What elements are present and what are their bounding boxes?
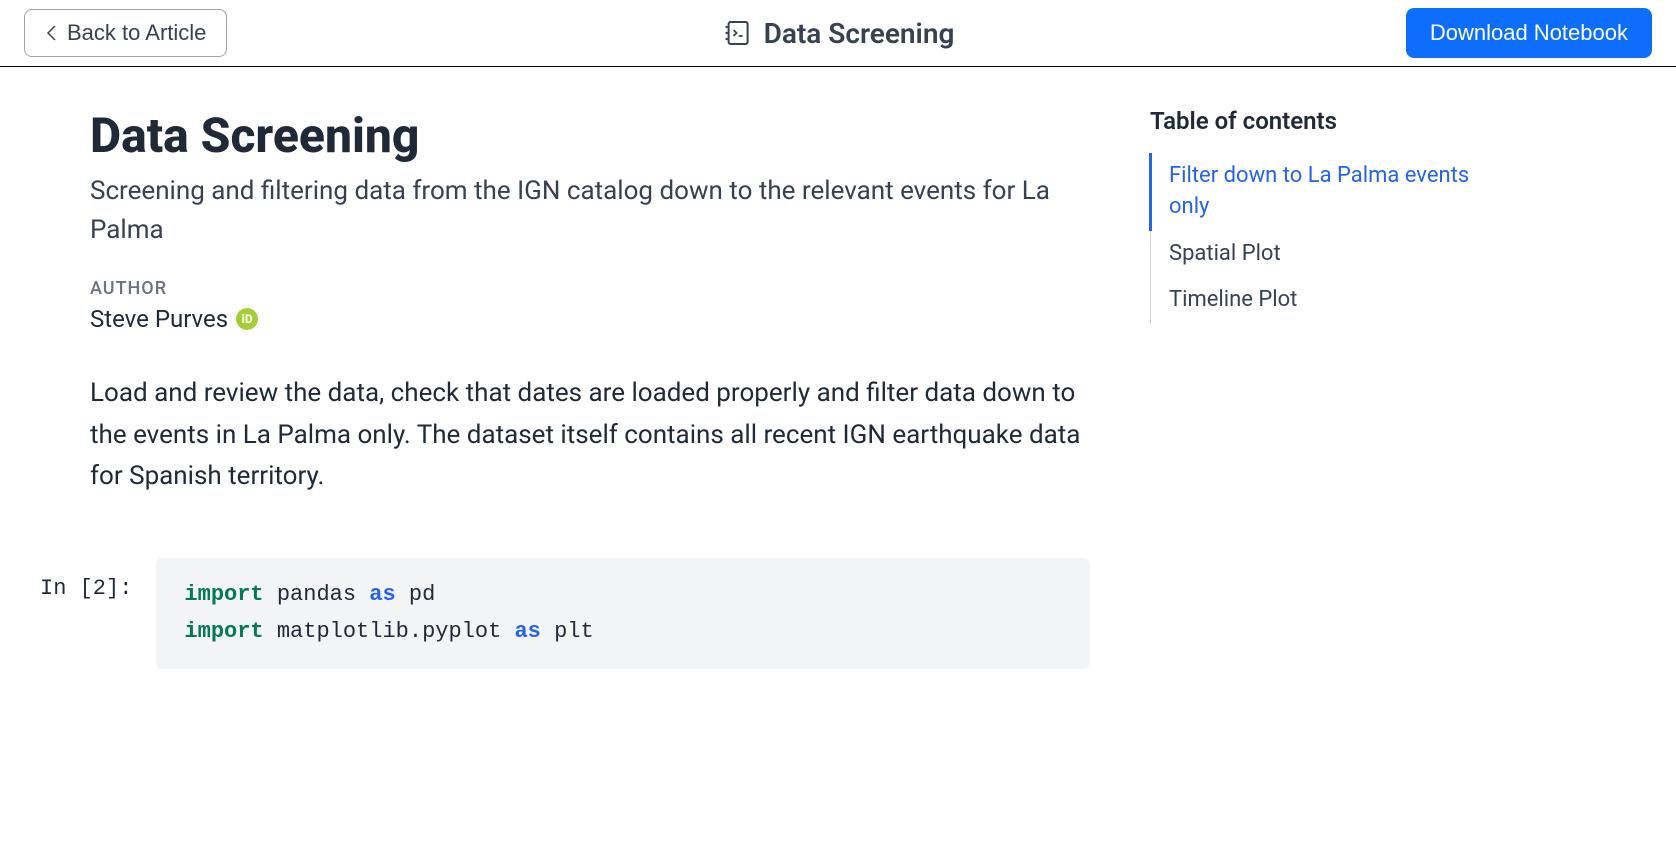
- header-title: Data Screening: [722, 17, 955, 50]
- code-cell: In [2]: import pandas as pd import matpl…: [40, 558, 1090, 669]
- page-title: Data Screening: [90, 107, 1090, 164]
- author-name: Steve Purves iD: [90, 305, 1090, 333]
- chevron-left-icon: [45, 24, 59, 42]
- orcid-icon[interactable]: iD: [236, 308, 258, 330]
- author-label: AUTHOR: [90, 278, 1090, 299]
- article-description: Load and review the data, check that dat…: [90, 373, 1090, 498]
- header-title-text: Data Screening: [764, 17, 955, 50]
- table-of-contents: Table of contents Filter down to La Palm…: [1150, 107, 1470, 669]
- back-button-label: Back to Article: [67, 20, 206, 46]
- toc-list: Filter down to La Palma events only Spat…: [1150, 153, 1470, 324]
- page-subtitle: Screening and filtering data from the IG…: [90, 172, 1090, 250]
- toc-item-filter[interactable]: Filter down to La Palma events only: [1149, 153, 1470, 231]
- author-name-text: Steve Purves: [90, 305, 228, 333]
- toc-item-spatial[interactable]: Spatial Plot: [1151, 231, 1470, 278]
- code-line: import pandas as pd: [184, 576, 1062, 613]
- code-prompt: In [2]:: [40, 558, 132, 601]
- back-to-article-button[interactable]: Back to Article: [24, 9, 227, 57]
- main-content: Data Screening Screening and filtering d…: [90, 107, 1090, 669]
- code-line: import matplotlib.pyplot as plt: [184, 613, 1062, 650]
- notebook-icon: [722, 18, 752, 48]
- toc-title: Table of contents: [1150, 107, 1470, 135]
- toc-item-timeline[interactable]: Timeline Plot: [1151, 277, 1470, 324]
- download-notebook-button[interactable]: Download Notebook: [1406, 8, 1652, 58]
- code-block: import pandas as pd import matplotlib.py…: [156, 558, 1090, 669]
- header: Back to Article Data Screening Download …: [0, 0, 1676, 67]
